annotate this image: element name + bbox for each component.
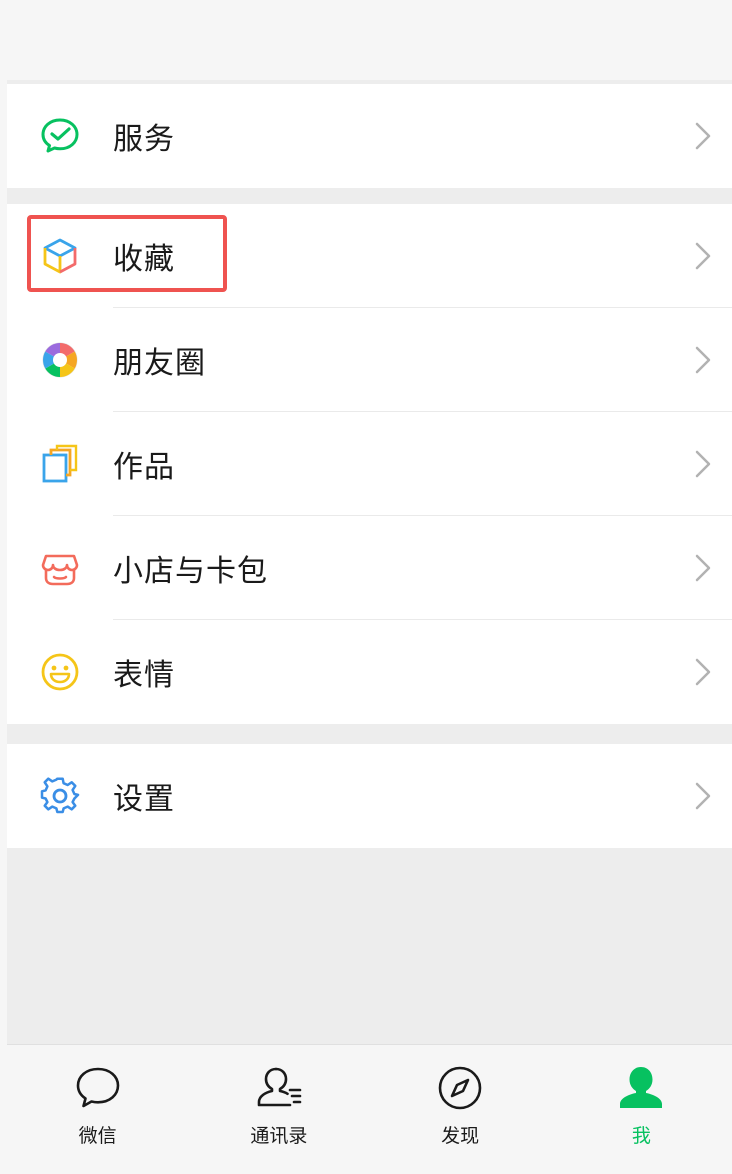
chevron-right-icon — [695, 782, 711, 810]
tab-label: 微信 — [78, 1125, 117, 1147]
tab-label: 我 — [631, 1125, 651, 1147]
tab-chats[interactable]: 微信 — [7, 1045, 188, 1174]
settings-icon — [40, 776, 80, 816]
menu-item-services[interactable]: 服务 — [7, 84, 732, 188]
tab-label: 通讯录 — [250, 1125, 308, 1147]
menu-group-services: 服务 — [7, 84, 732, 188]
chevron-right-icon — [695, 450, 711, 478]
chevron-right-icon — [695, 122, 711, 150]
highlight-box — [27, 215, 227, 292]
bottom-tab-bar: 微信 通讯录 发现 我 — [7, 1044, 732, 1174]
menu-item-label: 小店与卡包 — [113, 554, 268, 589]
chevron-right-icon — [695, 346, 711, 374]
chevron-right-icon — [695, 658, 711, 686]
stickers-icon — [40, 652, 80, 692]
chevron-right-icon — [695, 554, 711, 582]
menu-item-stickers[interactable]: 表情 — [7, 620, 732, 724]
menu-item-label: 表情 — [113, 658, 175, 693]
menu-item-shop-cards[interactable]: 小店与卡包 — [7, 516, 732, 620]
menu-item-label: 设置 — [113, 782, 175, 817]
menu-item-moments[interactable]: 朋友圈 — [7, 308, 732, 412]
menu-item-label: 朋友圈 — [113, 346, 206, 381]
moments-icon — [40, 340, 80, 380]
service-icon — [40, 116, 80, 156]
shop-cards-icon — [40, 548, 80, 588]
tab-me[interactable]: 我 — [551, 1045, 732, 1174]
tab-discover[interactable]: 发现 — [370, 1045, 551, 1174]
contacts-icon — [254, 1063, 304, 1113]
menu-group-settings: 设置 — [7, 744, 732, 848]
tab-contacts[interactable]: 通讯录 — [188, 1045, 369, 1174]
discover-icon — [435, 1063, 485, 1113]
works-icon — [40, 444, 80, 484]
menu-item-works[interactable]: 作品 — [7, 412, 732, 516]
menu-item-label: 服务 — [113, 122, 175, 157]
chat-icon — [73, 1063, 123, 1113]
menu-item-label: 作品 — [113, 450, 175, 485]
me-icon — [616, 1063, 666, 1113]
menu-item-settings[interactable]: 设置 — [7, 744, 732, 848]
chevron-right-icon — [695, 242, 711, 270]
tab-label: 发现 — [441, 1125, 480, 1147]
me-screen: 服务 收藏 朋友圈 作品 小店与卡包 表情 设置 微信 通讯录 发现 我 — [0, 0, 732, 1174]
